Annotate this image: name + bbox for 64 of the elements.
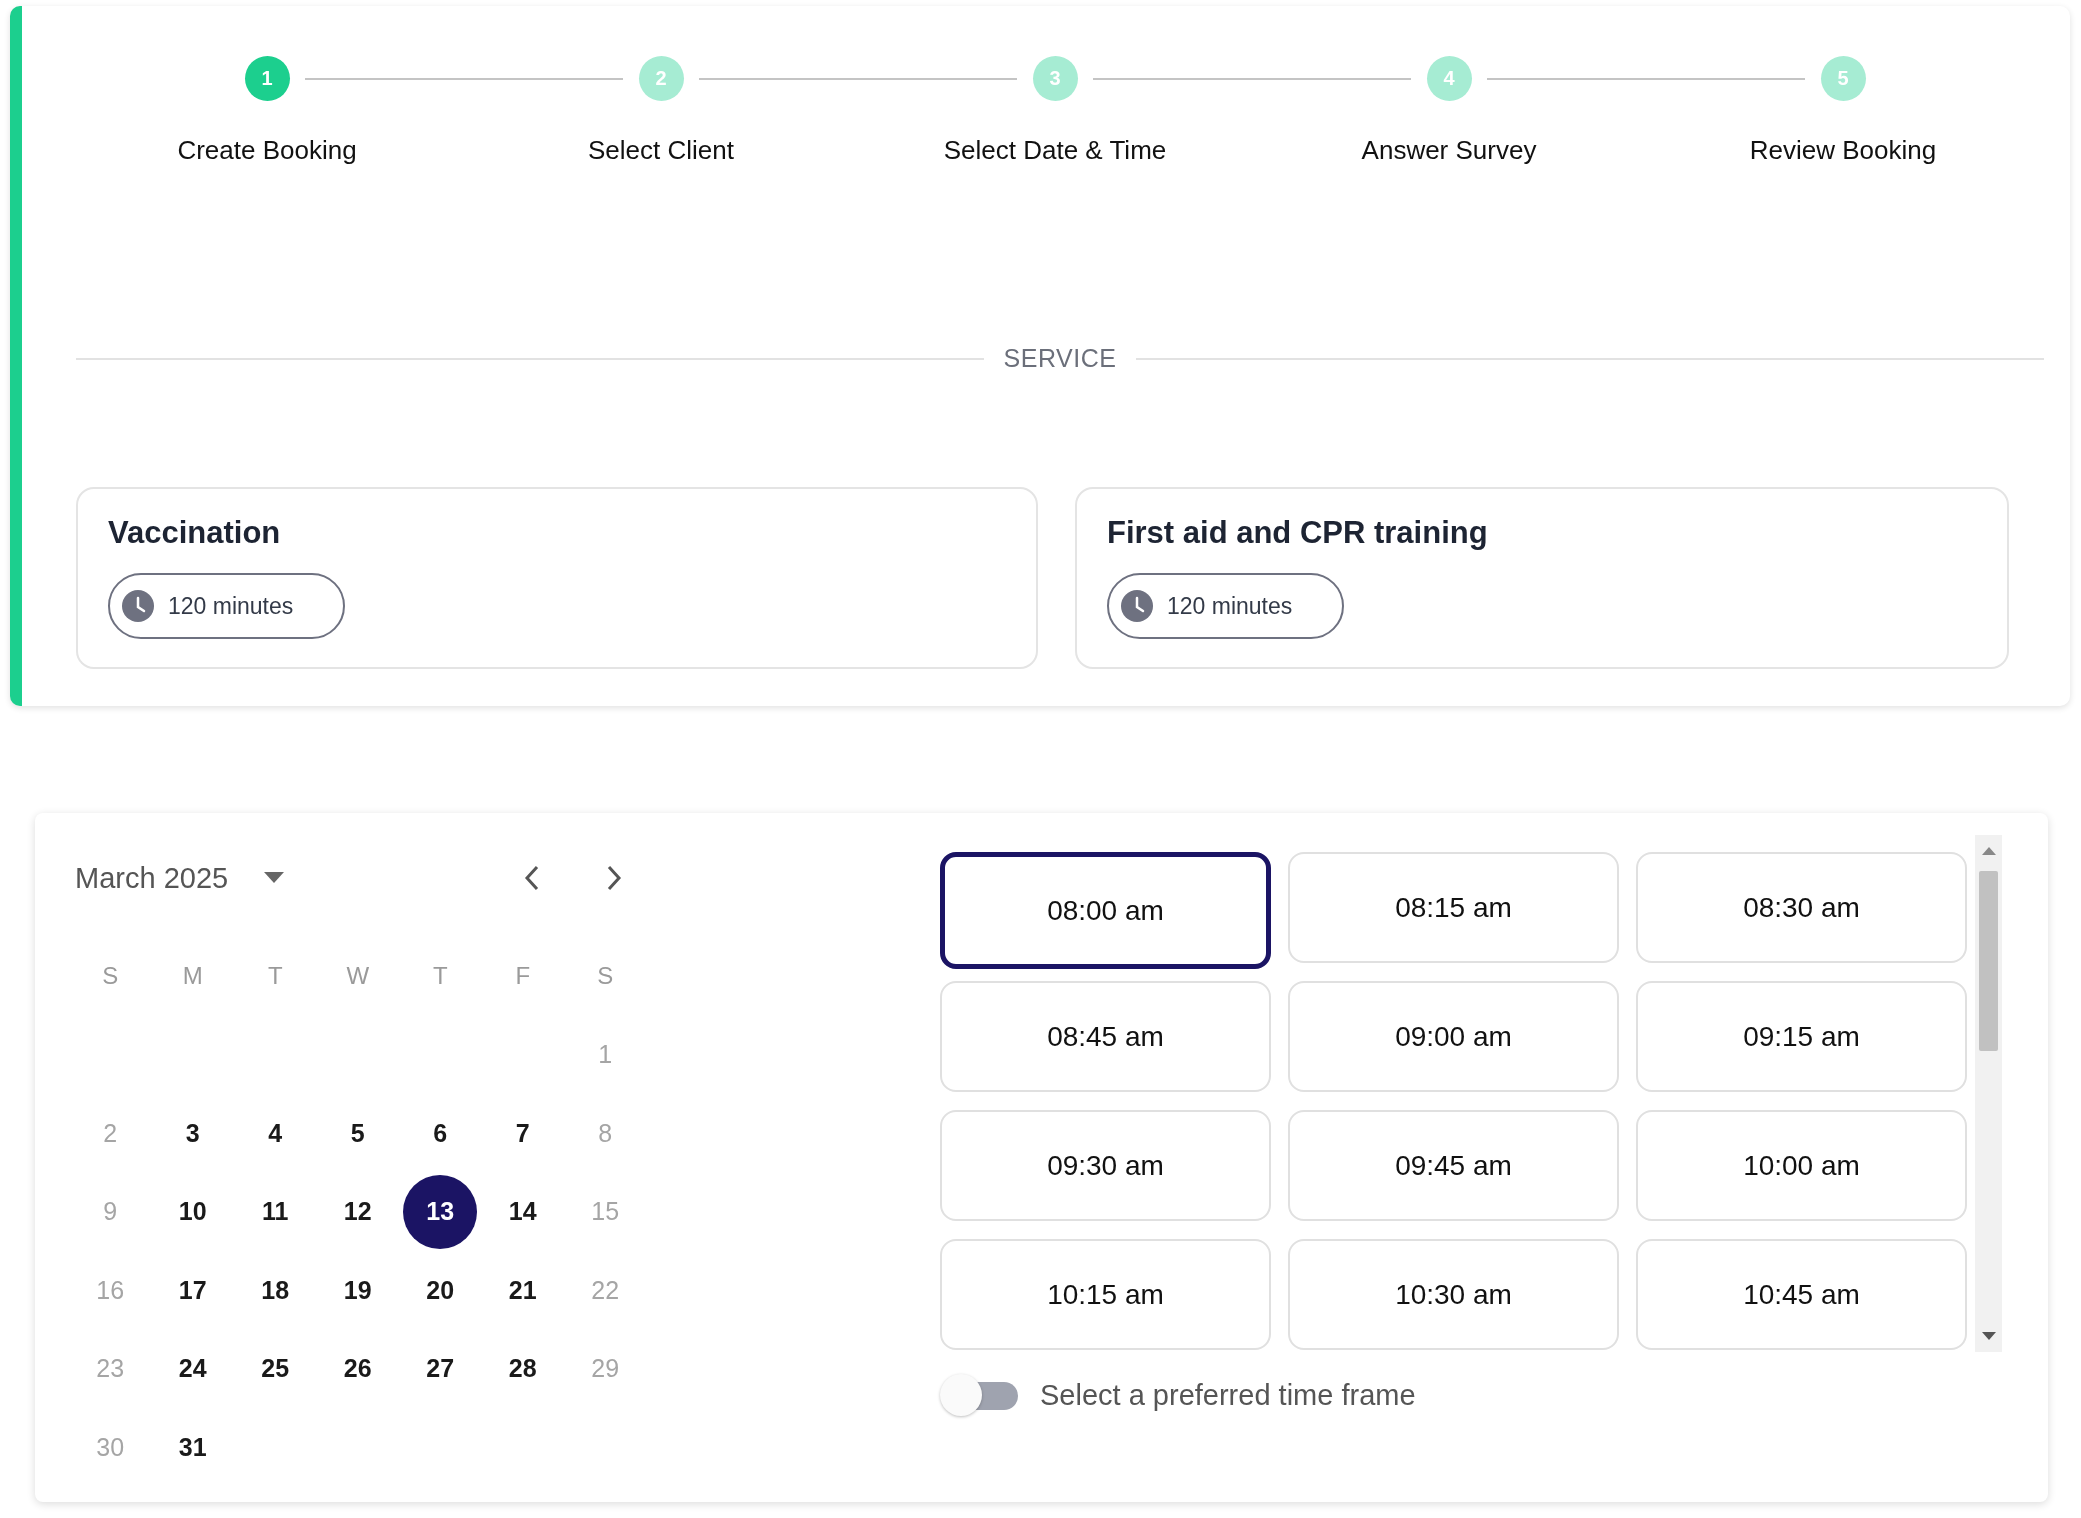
scrollbar[interactable] bbox=[1975, 835, 2002, 1352]
calendar-day[interactable]: 21 bbox=[485, 1253, 560, 1328]
step-label: Create Booking bbox=[177, 135, 357, 166]
calendar-day[interactable]: 27 bbox=[403, 1331, 478, 1406]
service-card[interactable]: Vaccination 120 minutes bbox=[76, 487, 1038, 669]
chevron-right-icon bbox=[606, 865, 623, 891]
service-title: First aid and CPR training bbox=[1107, 515, 1489, 551]
calendar-day[interactable]: 3 bbox=[155, 1096, 230, 1171]
weekday-label: M bbox=[182, 962, 203, 991]
calendar-day[interactable]: 31 bbox=[155, 1410, 230, 1485]
calendar-day[interactable]: 12 bbox=[320, 1174, 395, 1249]
service-title: Vaccination bbox=[108, 515, 282, 551]
time-slot[interactable]: 09:00 am bbox=[1288, 981, 1619, 1092]
step-label: Select Date & Time bbox=[943, 135, 1167, 166]
calendar-day[interactable]: 10 bbox=[155, 1174, 230, 1249]
chevron-left-icon bbox=[524, 865, 541, 891]
scrollbar-thumb[interactable] bbox=[1979, 871, 1998, 1051]
caret-icon bbox=[264, 872, 285, 884]
time-slot[interactable]: 09:45 am bbox=[1288, 1110, 1619, 1221]
weekday-label: F bbox=[515, 962, 531, 991]
weekday-label: T bbox=[267, 962, 283, 991]
calendar-day[interactable]: 5 bbox=[320, 1096, 395, 1171]
weekday-label: T bbox=[432, 962, 448, 991]
time-slot[interactable]: 10:00 am bbox=[1636, 1110, 1967, 1221]
calendar-day[interactable]: 14 bbox=[485, 1174, 560, 1249]
time-slot[interactable]: 08:15 am bbox=[1288, 852, 1619, 963]
scroll-up-icon bbox=[1982, 847, 1996, 855]
weekday-label: W bbox=[346, 962, 370, 991]
step-label: Review Booking bbox=[1749, 135, 1937, 166]
calendar-day[interactable]: 7 bbox=[485, 1096, 560, 1171]
calendar-day[interactable]: 18 bbox=[238, 1253, 313, 1328]
time-slot[interactable]: 09:15 am bbox=[1636, 981, 1967, 1092]
toggle-switch[interactable] bbox=[940, 1374, 1018, 1416]
time-slot[interactable]: 08:00 am bbox=[940, 852, 1271, 969]
calendar-day[interactable]: 11 bbox=[238, 1174, 313, 1249]
month-dropdown[interactable]: March 2025 bbox=[75, 861, 285, 895]
scroll-down-icon bbox=[1982, 1332, 1996, 1340]
duration-text: 120 minutes bbox=[168, 592, 294, 620]
time-slot[interactable]: 10:15 am bbox=[940, 1239, 1271, 1350]
calendar-day[interactable]: 24 bbox=[155, 1331, 230, 1406]
calendar-day[interactable]: 17 bbox=[155, 1253, 230, 1328]
section-title: SERVICE bbox=[1003, 344, 1117, 373]
clock-icon bbox=[1121, 590, 1153, 622]
step-label: Answer Survey bbox=[1361, 135, 1537, 166]
calendar-day[interactable]: 4 bbox=[238, 1096, 313, 1171]
calendar-day[interactable]: 26 bbox=[320, 1331, 395, 1406]
service-card[interactable]: First aid and CPR training 120 minutes bbox=[1075, 487, 2009, 669]
calendar-day[interactable]: 28 bbox=[485, 1331, 560, 1406]
time-slot[interactable]: 08:45 am bbox=[940, 981, 1271, 1092]
weekday-label: S bbox=[597, 962, 614, 991]
calendar-day[interactable]: 25 bbox=[238, 1331, 313, 1406]
time-slot[interactable]: 10:45 am bbox=[1636, 1239, 1967, 1350]
time-slot[interactable]: 09:30 am bbox=[940, 1110, 1271, 1221]
toggle-label: Select a preferred time frame bbox=[1040, 1378, 1416, 1412]
clock-icon bbox=[122, 590, 154, 622]
time-slot[interactable]: 08:30 am bbox=[1636, 852, 1967, 963]
duration-text: 120 minutes bbox=[1167, 592, 1293, 620]
calendar-day[interactable]: 19 bbox=[320, 1253, 395, 1328]
weekday-label: S bbox=[102, 962, 119, 991]
step-label: Select Client bbox=[588, 135, 734, 166]
calendar-day[interactable]: 13 bbox=[403, 1174, 478, 1249]
time-slot[interactable]: 10:30 am bbox=[1288, 1239, 1619, 1350]
calendar-day[interactable]: 20 bbox=[403, 1253, 478, 1328]
calendar-day[interactable]: 6 bbox=[403, 1096, 478, 1171]
